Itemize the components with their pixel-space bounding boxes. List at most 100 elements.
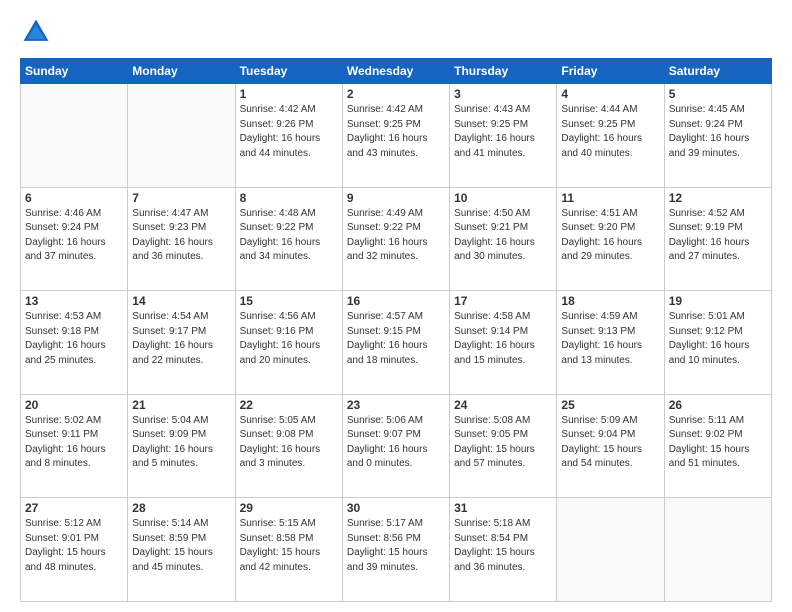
calendar-cell: 24 Sunrise: 5:08 AM Sunset: 9:05 PM Dayli… xyxy=(450,394,557,498)
calendar-cell: 4 Sunrise: 4:44 AM Sunset: 9:25 PM Daylig… xyxy=(557,84,664,188)
day-info: Sunrise: 4:54 AM Sunset: 9:17 PM Dayligh… xyxy=(132,310,230,368)
day-info: Sunrise: 5:11 AM Sunset: 9:02 PM Dayligh… xyxy=(669,414,767,472)
calendar-header-saturday: Saturday xyxy=(664,59,771,84)
calendar-cell: 11 Sunrise: 4:51 AM Sunset: 9:20 PM Dayli… xyxy=(557,187,664,291)
calendar-cell: 16 Sunrise: 4:57 AM Sunset: 9:15 PM Dayli… xyxy=(342,291,449,395)
calendar-header-friday: Friday xyxy=(557,59,664,84)
day-number: 21 xyxy=(132,398,230,412)
day-number: 2 xyxy=(347,87,445,101)
calendar-cell: 27 Sunrise: 5:12 AM Sunset: 9:01 PM Dayli… xyxy=(21,498,128,602)
day-info: Sunrise: 4:58 AM Sunset: 9:14 PM Dayligh… xyxy=(454,310,552,368)
day-info: Sunrise: 5:06 AM Sunset: 9:07 PM Dayligh… xyxy=(347,414,445,472)
day-info: Sunrise: 5:17 AM Sunset: 8:56 PM Dayligh… xyxy=(347,517,445,575)
calendar-cell: 23 Sunrise: 5:06 AM Sunset: 9:07 PM Dayli… xyxy=(342,394,449,498)
day-info: Sunrise: 4:57 AM Sunset: 9:15 PM Dayligh… xyxy=(347,310,445,368)
calendar-cell: 29 Sunrise: 5:15 AM Sunset: 8:58 PM Dayli… xyxy=(235,498,342,602)
day-number: 28 xyxy=(132,501,230,515)
day-number: 15 xyxy=(240,294,338,308)
day-info: Sunrise: 4:44 AM Sunset: 9:25 PM Dayligh… xyxy=(561,103,659,161)
calendar-header-thursday: Thursday xyxy=(450,59,557,84)
calendar-header-tuesday: Tuesday xyxy=(235,59,342,84)
calendar-cell: 30 Sunrise: 5:17 AM Sunset: 8:56 PM Dayli… xyxy=(342,498,449,602)
calendar-cell: 3Sunrise: 4:43 AM Sunset: 9:25 PM Daylig… xyxy=(450,84,557,188)
calendar-cell: 28 Sunrise: 5:14 AM Sunset: 8:59 PM Dayli… xyxy=(128,498,235,602)
calendar-cell: 15 Sunrise: 4:56 AM Sunset: 9:16 PM Dayli… xyxy=(235,291,342,395)
calendar-cell: 12 Sunrise: 4:52 AM Sunset: 9:19 PM Dayli… xyxy=(664,187,771,291)
day-number: 4 xyxy=(561,87,659,101)
day-number: 18 xyxy=(561,294,659,308)
calendar-cell xyxy=(128,84,235,188)
day-info: Sunrise: 4:50 AM Sunset: 9:21 PM Dayligh… xyxy=(454,207,552,265)
calendar-cell: 7 Sunrise: 4:47 AM Sunset: 9:23 PM Daylig… xyxy=(128,187,235,291)
day-info: Sunrise: 5:09 AM Sunset: 9:04 PM Dayligh… xyxy=(561,414,659,472)
day-number: 6 xyxy=(25,191,123,205)
day-number: 25 xyxy=(561,398,659,412)
day-number: 3 xyxy=(454,87,552,101)
header xyxy=(20,16,772,48)
day-info: Sunrise: 5:14 AM Sunset: 8:59 PM Dayligh… xyxy=(132,517,230,575)
day-info: Sunrise: 5:01 AM Sunset: 9:12 PM Dayligh… xyxy=(669,310,767,368)
calendar-week-3: 13 Sunrise: 4:53 AM Sunset: 9:18 PM Dayli… xyxy=(21,291,772,395)
calendar-cell: 10 Sunrise: 4:50 AM Sunset: 9:21 PM Dayli… xyxy=(450,187,557,291)
page: SundayMondayTuesdayWednesdayThursdayFrid… xyxy=(0,0,792,612)
day-number: 29 xyxy=(240,501,338,515)
day-number: 30 xyxy=(347,501,445,515)
calendar-table: SundayMondayTuesdayWednesdayThursdayFrid… xyxy=(20,58,772,602)
calendar-cell xyxy=(21,84,128,188)
calendar-cell xyxy=(664,498,771,602)
day-info: Sunrise: 5:04 AM Sunset: 9:09 PM Dayligh… xyxy=(132,414,230,472)
calendar-header-wednesday: Wednesday xyxy=(342,59,449,84)
calendar-cell: 8 Sunrise: 4:48 AM Sunset: 9:22 PM Daylig… xyxy=(235,187,342,291)
calendar-cell: 6 Sunrise: 4:46 AM Sunset: 9:24 PM Daylig… xyxy=(21,187,128,291)
calendar-week-4: 20Sunrise: 5:02 AM Sunset: 9:11 PM Dayli… xyxy=(21,394,772,498)
day-info: Sunrise: 4:47 AM Sunset: 9:23 PM Dayligh… xyxy=(132,207,230,265)
day-info: Sunrise: 4:42 AM Sunset: 9:26 PM Dayligh… xyxy=(240,103,338,161)
calendar-cell: 26Sunrise: 5:11 AM Sunset: 9:02 PM Dayli… xyxy=(664,394,771,498)
day-number: 16 xyxy=(347,294,445,308)
day-info: Sunrise: 4:56 AM Sunset: 9:16 PM Dayligh… xyxy=(240,310,338,368)
calendar-cell xyxy=(557,498,664,602)
day-info: Sunrise: 5:15 AM Sunset: 8:58 PM Dayligh… xyxy=(240,517,338,575)
calendar-cell: 31Sunrise: 5:18 AM Sunset: 8:54 PM Dayli… xyxy=(450,498,557,602)
calendar-week-5: 27 Sunrise: 5:12 AM Sunset: 9:01 PM Dayli… xyxy=(21,498,772,602)
day-info: Sunrise: 4:53 AM Sunset: 9:18 PM Dayligh… xyxy=(25,310,123,368)
day-number: 23 xyxy=(347,398,445,412)
day-number: 9 xyxy=(347,191,445,205)
day-info: Sunrise: 4:46 AM Sunset: 9:24 PM Dayligh… xyxy=(25,207,123,265)
day-info: Sunrise: 5:02 AM Sunset: 9:11 PM Dayligh… xyxy=(25,414,123,472)
calendar-header-row: SundayMondayTuesdayWednesdayThursdayFrid… xyxy=(21,59,772,84)
day-info: Sunrise: 4:52 AM Sunset: 9:19 PM Dayligh… xyxy=(669,207,767,265)
calendar-week-1: 1 Sunrise: 4:42 AM Sunset: 9:26 PM Daylig… xyxy=(21,84,772,188)
day-number: 27 xyxy=(25,501,123,515)
calendar-cell: 13 Sunrise: 4:53 AM Sunset: 9:18 PM Dayli… xyxy=(21,291,128,395)
day-info: Sunrise: 5:05 AM Sunset: 9:08 PM Dayligh… xyxy=(240,414,338,472)
day-number: 19 xyxy=(669,294,767,308)
day-info: Sunrise: 5:12 AM Sunset: 9:01 PM Dayligh… xyxy=(25,517,123,575)
calendar-cell: 2Sunrise: 4:42 AM Sunset: 9:25 PM Daylig… xyxy=(342,84,449,188)
day-number: 14 xyxy=(132,294,230,308)
day-info: Sunrise: 4:49 AM Sunset: 9:22 PM Dayligh… xyxy=(347,207,445,265)
day-number: 11 xyxy=(561,191,659,205)
day-number: 17 xyxy=(454,294,552,308)
calendar-header-sunday: Sunday xyxy=(21,59,128,84)
calendar-cell: 22Sunrise: 5:05 AM Sunset: 9:08 PM Dayli… xyxy=(235,394,342,498)
logo-icon xyxy=(20,16,52,48)
day-info: Sunrise: 4:48 AM Sunset: 9:22 PM Dayligh… xyxy=(240,207,338,265)
day-number: 7 xyxy=(132,191,230,205)
day-info: Sunrise: 5:08 AM Sunset: 9:05 PM Dayligh… xyxy=(454,414,552,472)
calendar-cell: 17 Sunrise: 4:58 AM Sunset: 9:14 PM Dayli… xyxy=(450,291,557,395)
day-number: 12 xyxy=(669,191,767,205)
day-number: 31 xyxy=(454,501,552,515)
calendar-cell: 20Sunrise: 5:02 AM Sunset: 9:11 PM Dayli… xyxy=(21,394,128,498)
calendar-cell: 9 Sunrise: 4:49 AM Sunset: 9:22 PM Daylig… xyxy=(342,187,449,291)
day-info: Sunrise: 4:51 AM Sunset: 9:20 PM Dayligh… xyxy=(561,207,659,265)
day-number: 1 xyxy=(240,87,338,101)
calendar-week-2: 6 Sunrise: 4:46 AM Sunset: 9:24 PM Daylig… xyxy=(21,187,772,291)
calendar-cell: 18 Sunrise: 4:59 AM Sunset: 9:13 PM Dayli… xyxy=(557,291,664,395)
day-number: 10 xyxy=(454,191,552,205)
day-number: 8 xyxy=(240,191,338,205)
calendar-cell: 25 Sunrise: 5:09 AM Sunset: 9:04 PM Dayli… xyxy=(557,394,664,498)
day-number: 24 xyxy=(454,398,552,412)
day-number: 13 xyxy=(25,294,123,308)
day-info: Sunrise: 4:59 AM Sunset: 9:13 PM Dayligh… xyxy=(561,310,659,368)
